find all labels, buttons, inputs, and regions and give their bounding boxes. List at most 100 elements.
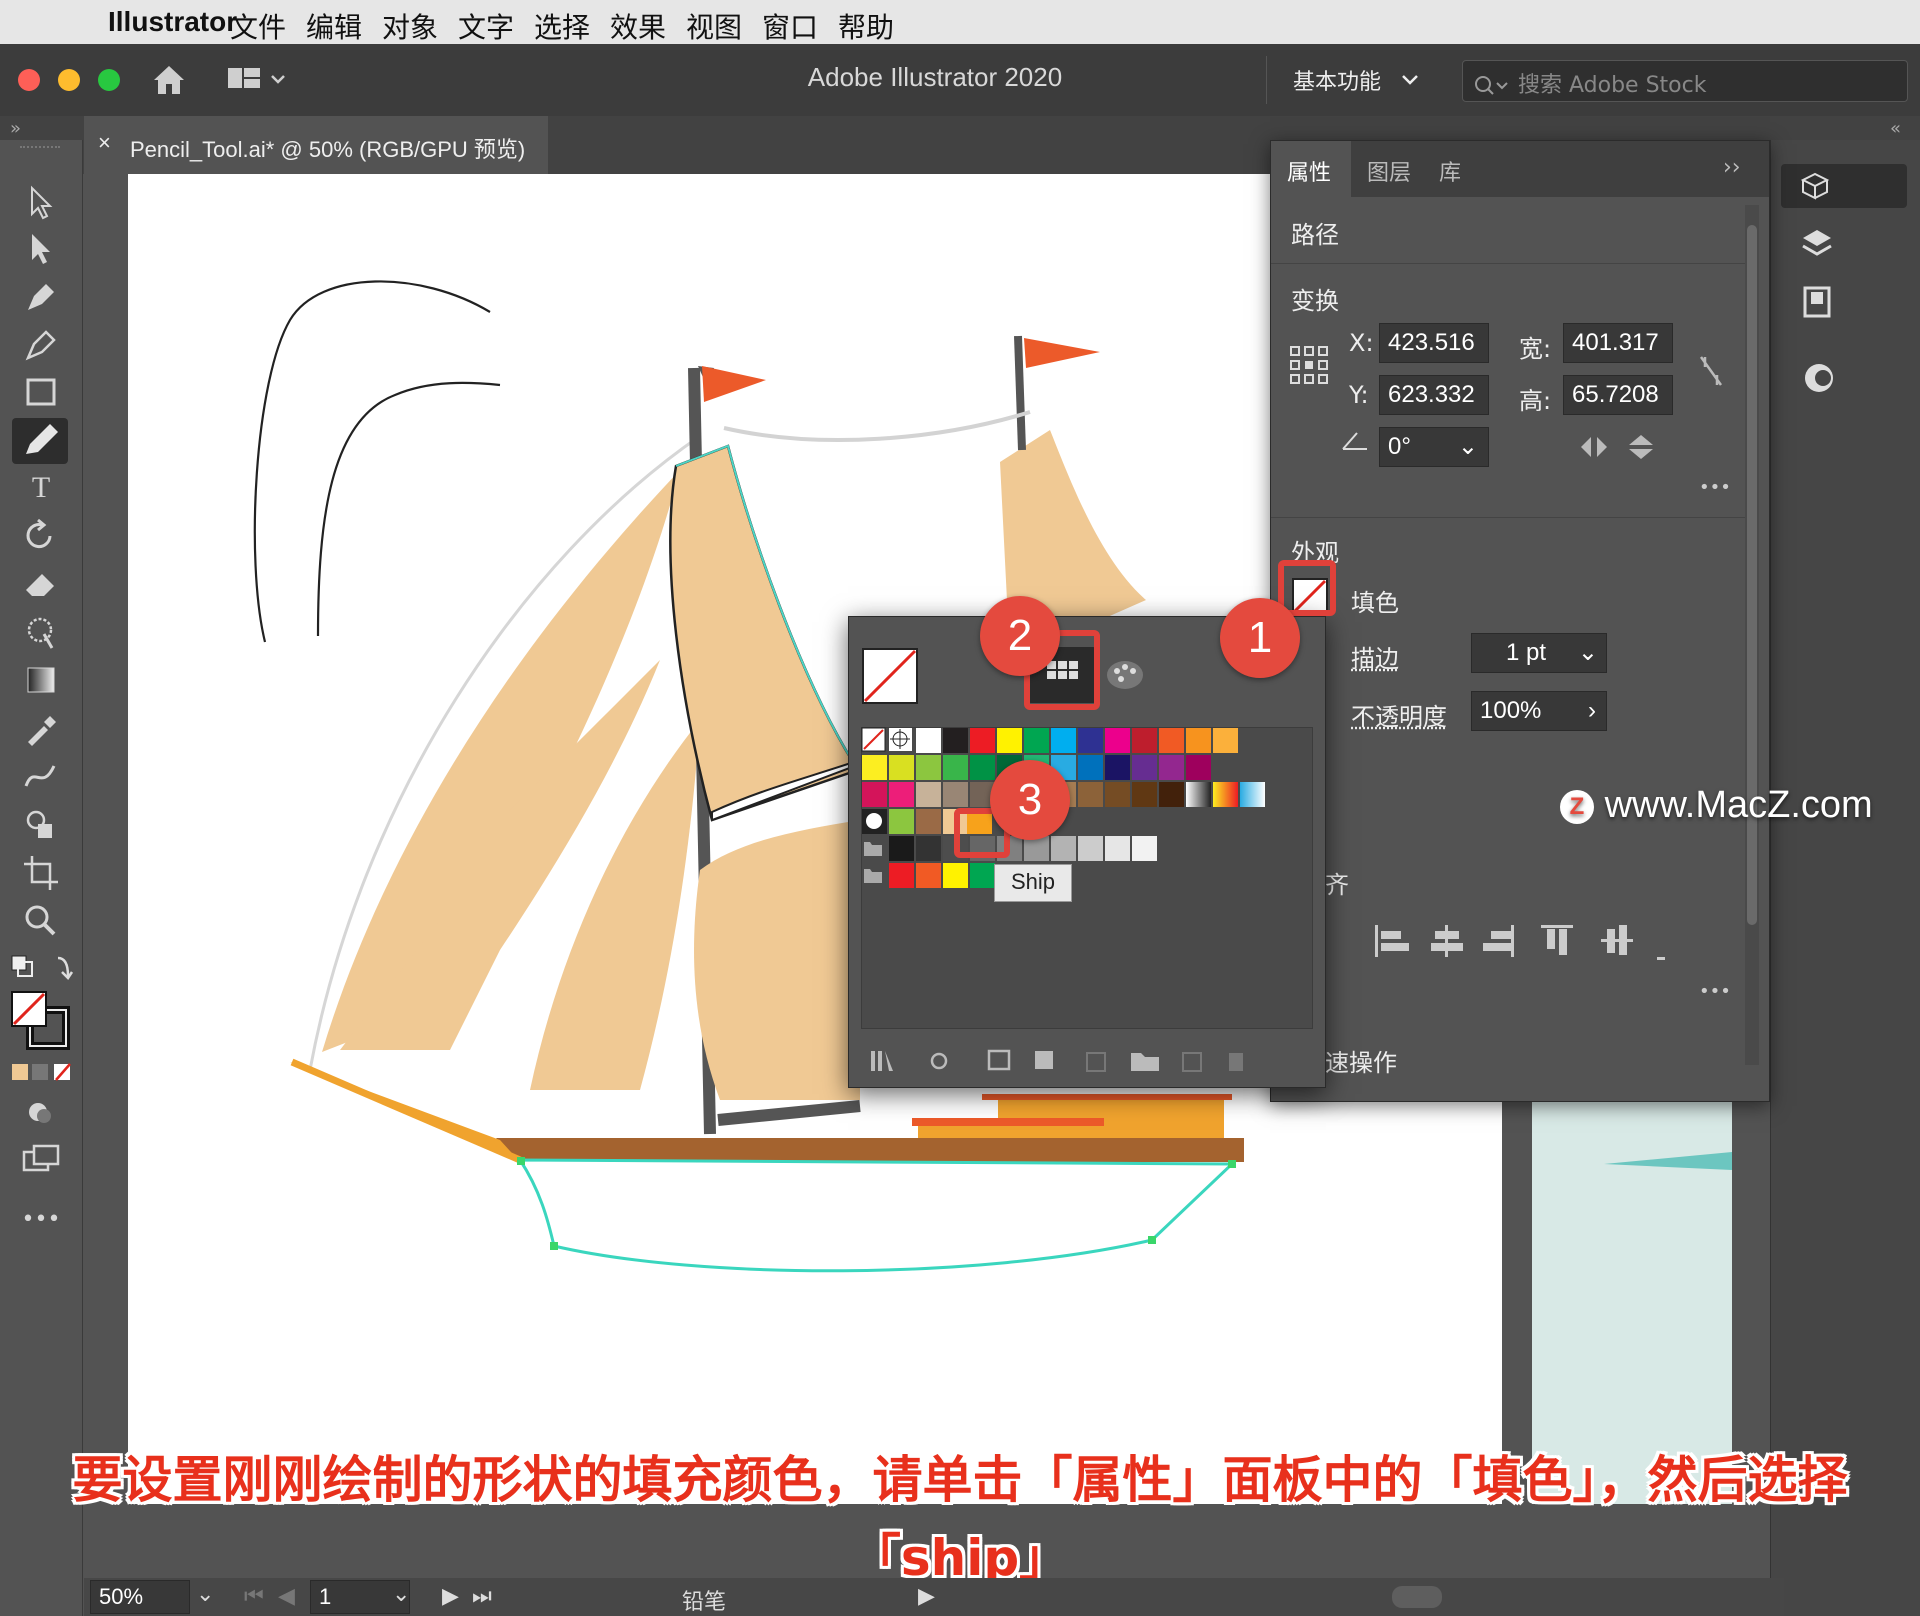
gray-swatch[interactable] <box>1132 836 1157 861</box>
color-swatch[interactable] <box>970 755 995 780</box>
height-field[interactable]: 65.7208 <box>1563 375 1673 415</box>
gray-swatch[interactable] <box>1051 836 1076 861</box>
color-swatch[interactable] <box>916 755 941 780</box>
gray-swatch[interactable] <box>889 836 914 861</box>
none-swatch[interactable] <box>861 647 919 705</box>
color-swatch[interactable] <box>862 755 887 780</box>
tab-libraries[interactable]: 库 <box>1439 155 1461 187</box>
object-type-label: 路径 <box>1291 215 1339 250</box>
last-artboard-icon[interactable]: ⏭ <box>472 1584 492 1609</box>
y-field[interactable]: 623.332 <box>1379 375 1489 415</box>
next-artboard-icon[interactable]: ▶ <box>442 1584 459 1609</box>
color-swatch[interactable] <box>1132 755 1157 780</box>
libraries-icon[interactable] <box>1799 284 1835 320</box>
transform-more-button[interactable]: ••• <box>1699 477 1731 498</box>
current-tool-label: 铅笔 <box>682 1584 726 1616</box>
status-bar: 50% ⌄ ⏮ ◀ 1 ⌄ ▶ ⏭ 铅笔 ▶ <box>84 1578 1784 1616</box>
none-swatch-small[interactable] <box>862 728 885 751</box>
horizontal-scrollbar[interactable] <box>952 1584 1812 1610</box>
width-field[interactable]: 401.317 <box>1563 323 1673 363</box>
opacity-value: 100% <box>1480 697 1541 724</box>
layers-icon[interactable] <box>1799 226 1835 262</box>
color-swatch[interactable] <box>1159 728 1184 753</box>
color-swatch[interactable] <box>1078 728 1103 753</box>
panel-menu-icon[interactable]: ›› <box>1723 155 1741 180</box>
gradient-swatch[interactable] <box>1213 782 1238 807</box>
tab-properties[interactable]: 属性 <box>1287 155 1331 187</box>
color-swatch[interactable] <box>889 755 914 780</box>
reference-point-icon[interactable] <box>1289 345 1329 385</box>
gradient-swatch[interactable] <box>1186 782 1211 807</box>
group-color-swatch[interactable] <box>970 863 995 888</box>
swatch-library-icons[interactable] <box>869 1047 1279 1075</box>
color-swatch[interactable] <box>1105 782 1130 807</box>
color-swatch[interactable] <box>862 782 887 807</box>
height-label: 高: <box>1519 381 1551 416</box>
properties-panel-button[interactable] <box>1781 164 1907 208</box>
color-palette-icon[interactable] <box>1103 655 1147 695</box>
pattern-swatches[interactable] <box>862 809 941 834</box>
previous-artboard-icon[interactable]: ◀ <box>278 1584 295 1609</box>
align-buttons[interactable] <box>1375 921 1665 961</box>
status-menu-icon[interactable]: ▶ <box>918 1584 935 1609</box>
color-swatch[interactable] <box>943 782 968 807</box>
stroke-weight-field[interactable]: 1 pt ⌄ <box>1471 633 1607 673</box>
color-group-folder-icon[interactable] <box>864 869 882 883</box>
quick-actions-heading: 速操作 <box>1325 1043 1397 1078</box>
flip-vertical-icon[interactable] <box>1625 433 1659 461</box>
color-swatch[interactable] <box>1078 755 1103 780</box>
properties-panel: 属性 图层 库 ›› 路径 变换 X: 423.516 宽: 401.317 Y… <box>1270 140 1770 1102</box>
color-swatch[interactable] <box>1159 755 1184 780</box>
gray-swatch[interactable] <box>1105 836 1130 861</box>
group-color-swatch[interactable] <box>916 863 941 888</box>
color-swatch[interactable] <box>1186 755 1211 780</box>
color-swatch[interactable] <box>943 728 968 753</box>
panel-scrollbar[interactable] <box>1745 205 1759 1065</box>
color-swatch[interactable] <box>1132 728 1157 753</box>
gradient-swatch[interactable] <box>1240 782 1265 807</box>
color-swatch[interactable] <box>1186 728 1211 753</box>
gray-swatch[interactable] <box>1078 836 1103 861</box>
group-color-swatch[interactable] <box>889 863 914 888</box>
chevron-down-icon[interactable]: ⌄ <box>392 1582 410 1607</box>
color-group-folder-icon[interactable] <box>864 842 882 856</box>
gray-swatch[interactable] <box>916 836 941 861</box>
opacity-field[interactable]: 100% › <box>1471 691 1607 731</box>
color-swatch[interactable] <box>997 728 1022 753</box>
color-swatch[interactable] <box>1159 782 1184 807</box>
color-swatch[interactable] <box>916 782 941 807</box>
panel-dock <box>1770 140 1920 1616</box>
chevron-down-icon[interactable]: ⌄ <box>1458 428 1478 466</box>
color-swatch[interactable] <box>1051 728 1076 753</box>
first-artboard-icon[interactable]: ⏮ <box>244 1584 264 1609</box>
color-swatch[interactable] <box>916 728 941 753</box>
swatch-cells[interactable] <box>860 726 1310 1026</box>
group-color-swatch[interactable] <box>943 863 968 888</box>
rotation-field[interactable]: 0° ⌄ <box>1379 427 1489 467</box>
x-field[interactable]: 423.516 <box>1379 323 1489 363</box>
align-more-button[interactable]: ••• <box>1699 981 1731 1002</box>
color-swatch[interactable] <box>889 782 914 807</box>
color-swatch[interactable] <box>970 728 995 753</box>
registration-swatch[interactable] <box>889 728 912 751</box>
color-swatch[interactable] <box>1213 728 1238 753</box>
step-badge-1: 1 <box>1220 598 1300 678</box>
cc-sync-icon[interactable] <box>1799 358 1839 398</box>
color-swatch[interactable] <box>943 755 968 780</box>
zoom-field[interactable]: 50% <box>90 1580 190 1614</box>
angle-icon <box>1339 427 1371 453</box>
chevron-down-icon[interactable]: ⌄ <box>196 1582 214 1607</box>
chevron-down-icon[interactable]: ⌄ <box>1578 634 1598 672</box>
constrain-proportions-icon[interactable] <box>1695 353 1727 389</box>
color-swatch[interactable] <box>1024 728 1049 753</box>
stroke-label[interactable]: 描边 <box>1351 639 1399 674</box>
flip-horizontal-icon[interactable] <box>1577 433 1611 461</box>
color-swatch[interactable] <box>1105 755 1130 780</box>
color-swatch[interactable] <box>1132 782 1157 807</box>
color-swatch[interactable] <box>1078 782 1103 807</box>
chevron-right-icon[interactable]: › <box>1588 692 1596 730</box>
opacity-label[interactable]: 不透明度 <box>1351 697 1447 732</box>
color-swatch[interactable] <box>1105 728 1130 753</box>
swatch-tooltip: Ship <box>994 864 1072 902</box>
tab-layers[interactable]: 图层 <box>1367 155 1411 187</box>
